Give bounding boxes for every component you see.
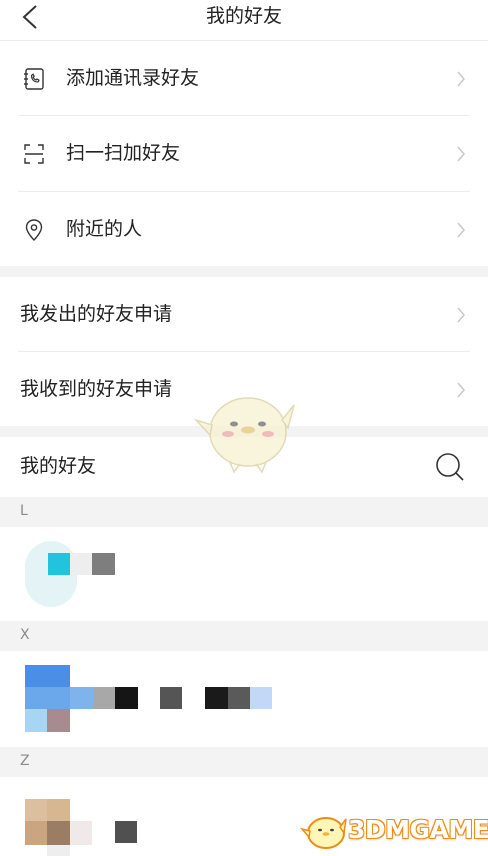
chevron-right-icon — [457, 146, 465, 162]
menu-label: 扫一扫加好友 — [66, 142, 181, 164]
pixelated-name — [115, 821, 137, 843]
section-header-x: X — [0, 621, 488, 651]
3dmgame-watermark: 3DMGAME — [300, 805, 488, 855]
friend-item[interactable] — [0, 527, 488, 621]
section-header-z: Z — [0, 747, 488, 777]
watermark-text: 3DMGAME — [348, 815, 488, 844]
page-title: 我的好友 — [205, 5, 282, 27]
mascot-watermark — [193, 397, 295, 474]
friend-item[interactable] — [0, 651, 488, 747]
menu-label: 我收到的好友申请 — [20, 378, 173, 400]
pixelated-name — [70, 687, 93, 709]
scan-icon — [24, 144, 44, 164]
chevron-right-icon — [457, 71, 465, 87]
watermark-mascot-icon — [300, 817, 347, 849]
chevron-right-icon — [457, 222, 465, 238]
nearby-people-row[interactable]: 附近的人 — [0, 192, 488, 266]
add-contacts-friends-row[interactable]: 添加通讯录好友 — [0, 41, 488, 115]
section-gap — [0, 266, 488, 277]
location-pin-icon — [25, 219, 43, 241]
menu-label: 添加通讯录好友 — [66, 67, 200, 89]
sent-requests-row[interactable]: 我发出的好友申请 — [0, 277, 488, 351]
chevron-right-icon — [457, 382, 465, 398]
top-bar: 我的好友 — [0, 0, 488, 40]
section-header-l: L — [0, 497, 488, 527]
pixelated-name — [48, 553, 70, 575]
friends-title: 我的好友 — [20, 455, 97, 477]
phone-book-icon — [24, 68, 44, 90]
scan-add-friend-row[interactable]: 扫一扫加好友 — [0, 116, 488, 190]
menu-label: 我发出的好友申请 — [20, 303, 173, 325]
menu-label: 附近的人 — [66, 218, 143, 240]
avatar — [25, 799, 47, 821]
search-icon[interactable] — [434, 451, 466, 483]
avatar — [25, 665, 70, 687]
chevron-right-icon — [457, 307, 465, 323]
